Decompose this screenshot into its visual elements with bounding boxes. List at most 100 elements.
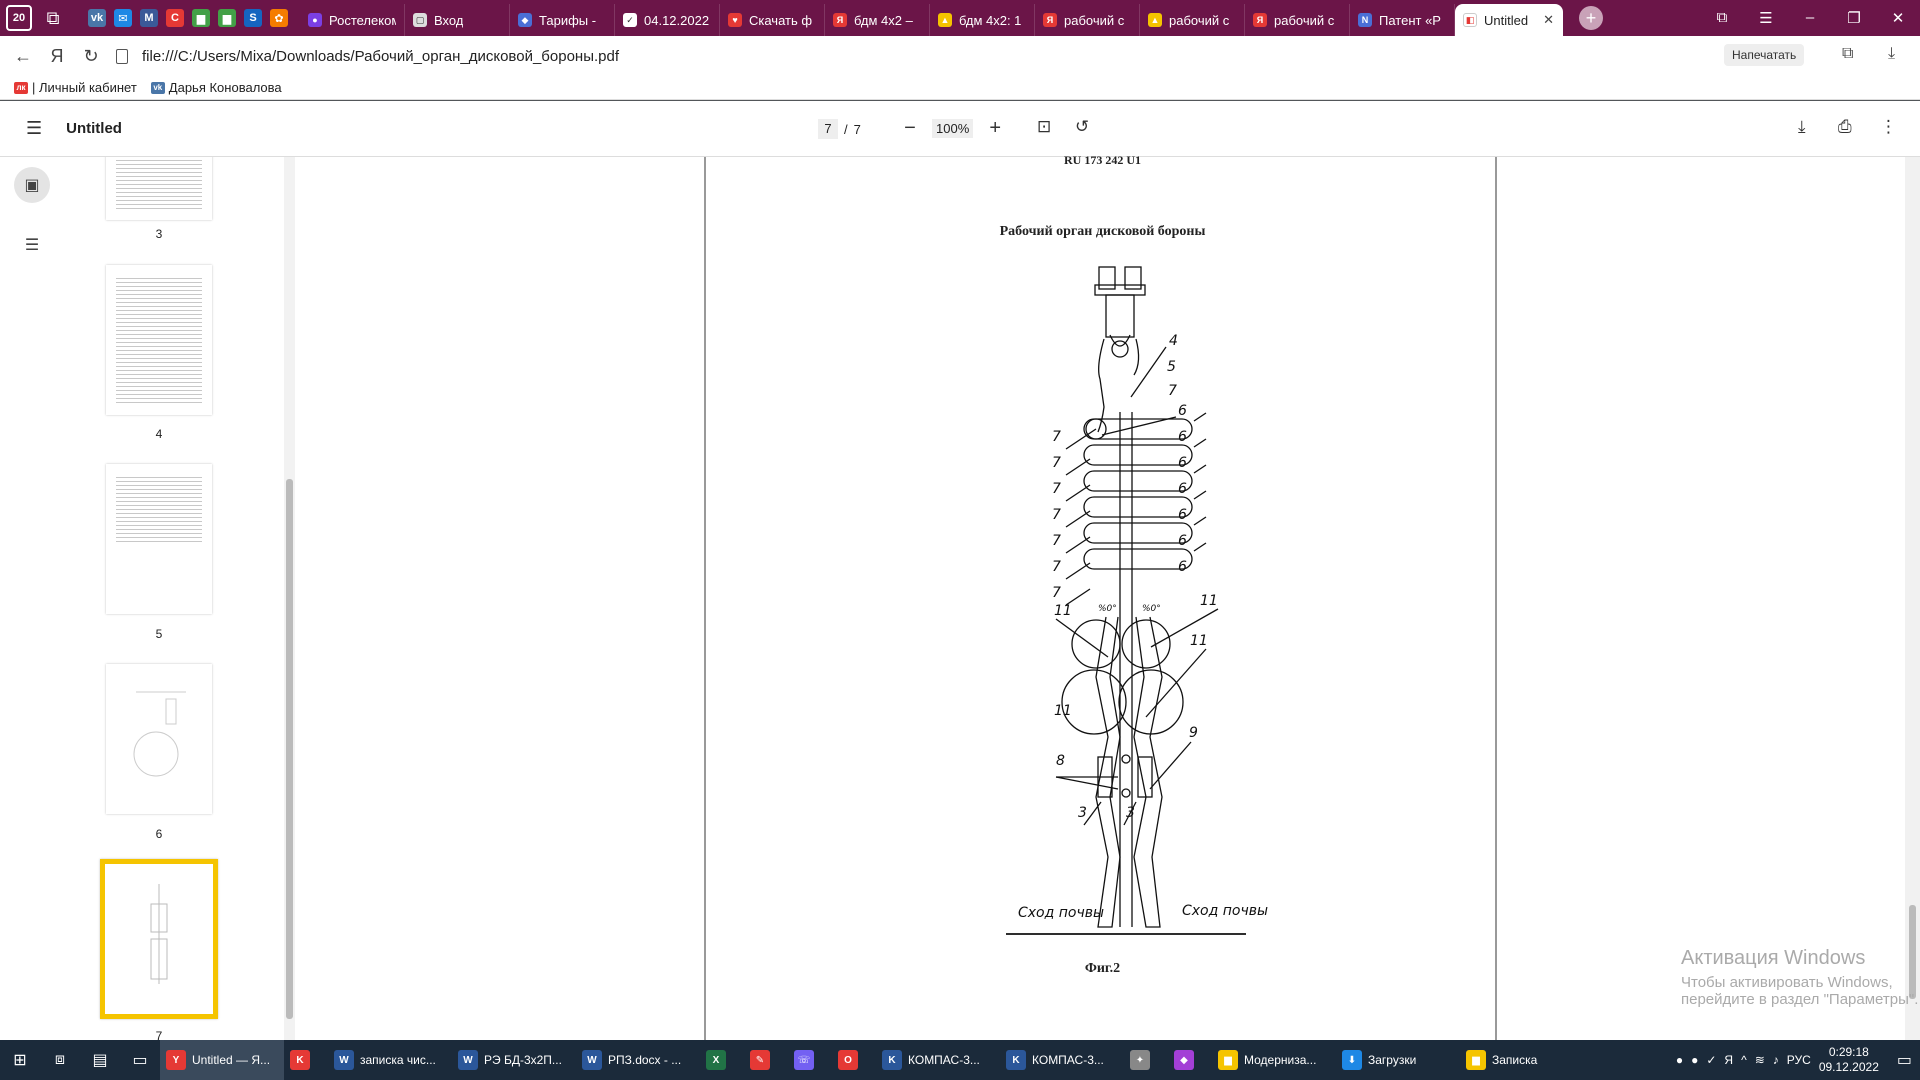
browser-tab-active[interactable]: ◧ Untitled ✕ [1455,4,1563,36]
browser-tab[interactable]: Ябдм 4х2 – [825,4,930,36]
reload-icon[interactable]: ↻ [74,46,108,67]
taskbar-app[interactable]: W РЭ БД-3х2П... [452,1040,576,1080]
pdf-viewer: RU 173 242 U1 Рабочий орган дисковой бор… [295,153,1920,1040]
taskbar-app[interactable]: ☏ [788,1040,832,1080]
browser-tab[interactable]: N Патент «Р [1350,4,1455,36]
thumbnail-page-7-selected[interactable] [100,859,218,1019]
taskbar-app[interactable]: K КОМПАС-3... [876,1040,1000,1080]
svg-text:6: 6 [1178,429,1187,445]
download-icon[interactable]: ⤓ [1888,45,1895,63]
more-options-icon[interactable]: ⋮ [1880,117,1897,137]
start-button[interactable]: ⊞ [0,1040,40,1080]
close-window-button[interactable]: ✕ [1876,9,1920,27]
sidebar-scrollbar[interactable] [284,157,295,1040]
browser-tab[interactable]: ● Ростелеком [300,4,405,36]
task-view-icon[interactable]: ⧈ [40,1040,80,1080]
browser-tab[interactable]: ▲ рабочий с [1140,4,1245,36]
m-pinned-icon[interactable]: M [140,9,158,27]
taskbar-app-label: КОМПАС-3... [1032,1053,1104,1067]
tray-chevron-icon[interactable]: ^ [1741,1053,1747,1067]
viewer-scrollbar[interactable] [1905,157,1920,1040]
outline-view-icon[interactable]: ☰ [14,227,50,263]
bookmark-item[interactable]: vk Дарья Коновалова [150,80,282,95]
browser-tab[interactable]: ▢ Вход [405,4,510,36]
pdf-favicon-icon: ◧ [1463,13,1477,27]
thumbnail-page-4[interactable] [106,265,212,415]
thumbnail-page-6[interactable] [106,664,212,814]
tray-orange-icon[interactable]: ● [1691,1053,1698,1067]
new-tab-button[interactable]: + [1579,6,1603,30]
sidebar-scroll-thumb[interactable] [286,479,293,1019]
minimize-button[interactable]: – [1788,9,1832,27]
taskbar-app[interactable]: K [284,1040,328,1080]
tray-yandex-icon[interactable]: Я [1724,1053,1733,1067]
thumbnail-page-5[interactable] [106,464,212,614]
print-button[interactable]: Напечатать [1724,44,1805,66]
fit-page-icon[interactable]: ⊡ [1037,117,1051,137]
taskbar-app-icon: ⬇ [1342,1050,1362,1070]
url-field[interactable]: file:///C:/Users/Mixa/Downloads/Рабочий_… [116,48,619,65]
language-indicator[interactable]: РУС [1787,1053,1811,1067]
c-pinned-icon[interactable]: C [166,9,184,27]
notifications-icon[interactable]: ▭ [1897,1050,1912,1070]
activation-subtitle: Чтобы активировать Windows, перейдите в … [1681,974,1919,1008]
tray-check-icon[interactable]: ✓ [1706,1053,1716,1067]
bookmark-manager-icon[interactable]: ⧉ [1842,45,1853,63]
wifi-icon[interactable]: ≋ [1755,1053,1765,1067]
taskbar-app[interactable]: O [832,1040,876,1080]
svg-text:11: 11 [1200,593,1218,609]
thumbnails-view-icon[interactable]: ▣ [14,167,50,203]
collections-icon[interactable]: ⧉ [1700,9,1744,27]
taskbar-app[interactable]: X [700,1040,744,1080]
figure-caption: Фиг.2 [1084,961,1121,976]
tab-favicon-icon: Я [1043,13,1057,27]
taskbar-app[interactable]: K КОМПАС-3... [1000,1040,1124,1080]
browser-tab[interactable]: ◆ Тарифы - [510,4,615,36]
hamburger-icon[interactable]: ☰ [26,118,42,139]
clock[interactable]: 0:29:18 09.12.2022 [1819,1045,1879,1075]
zoom-in-icon[interactable]: + [983,117,1007,140]
taskbar-app[interactable]: ▆ Записка [1460,1040,1584,1080]
taskbar-app[interactable]: W РПЗ.docx - ... [576,1040,700,1080]
thumbnail-page-3[interactable] [106,157,212,220]
total-pages: 7 [853,121,861,137]
mail-pinned-icon[interactable]: ✉ [114,9,132,27]
green-pinned-icon[interactable]: ▆ [192,9,210,27]
taskbar-app[interactable]: ▆ Модерниза... [1212,1040,1336,1080]
close-tab-icon[interactable]: ✕ [1539,12,1554,28]
tab-manager-icon[interactable]: ⧉ [40,5,66,31]
menu-icon[interactable]: ☰ [1744,9,1788,27]
current-page-input[interactable]: 7 [818,119,838,139]
taskbar-app[interactable]: ⬇ Загрузки [1336,1040,1460,1080]
download-pdf-icon[interactable]: ⤓ [1798,117,1806,137]
browser-tab[interactable]: ▲ бдм 4х2: 1 [930,4,1035,36]
taskbar-app[interactable]: Y Untitled — Я... [160,1040,284,1080]
volume-icon[interactable]: ♪ [1773,1053,1779,1067]
yandex-icon[interactable]: Я [40,46,74,67]
vk-pinned-icon[interactable]: vk [88,9,106,27]
zoom-controls: − 100% + [898,117,1007,140]
browser-tab[interactable]: Ярабочий с [1245,4,1350,36]
taskbar-app[interactable]: ◆ [1168,1040,1212,1080]
browser-tab[interactable]: Ярабочий с [1035,4,1140,36]
green2-pinned-icon[interactable]: ▆ [218,9,236,27]
orange-pinned-icon[interactable]: ✿ [270,9,288,27]
restore-button[interactable]: ❐ [1832,9,1876,27]
notepad-icon[interactable]: ▤ [80,1040,120,1080]
browser-tab[interactable]: ♥ Скачать ф [720,4,825,36]
bookmark-item[interactable]: лк | Личный кабинет [14,80,137,95]
zoom-out-icon[interactable]: − [898,117,922,140]
browser-tab[interactable]: ✓ 04.12.2022 [615,4,720,36]
tabs-count-icon[interactable]: 20 [6,5,32,31]
taskbar-app[interactable]: Wзаписка чис... [328,1040,452,1080]
s-pinned-icon[interactable]: S [244,9,262,27]
zoom-level-input[interactable]: 100% [932,119,974,138]
back-icon[interactable]: ← [6,46,40,67]
desktop-icon[interactable]: ▭ [120,1040,160,1080]
clock-date: 09.12.2022 [1818,1060,1879,1074]
taskbar-app[interactable]: ✎ [744,1040,788,1080]
tray-green-icon[interactable]: ● [1676,1053,1683,1067]
print-pdf-icon[interactable]: ⎙ [1838,117,1852,137]
rotate-icon[interactable]: ↺ [1075,117,1089,137]
taskbar-app[interactable]: ✦ [1124,1040,1168,1080]
